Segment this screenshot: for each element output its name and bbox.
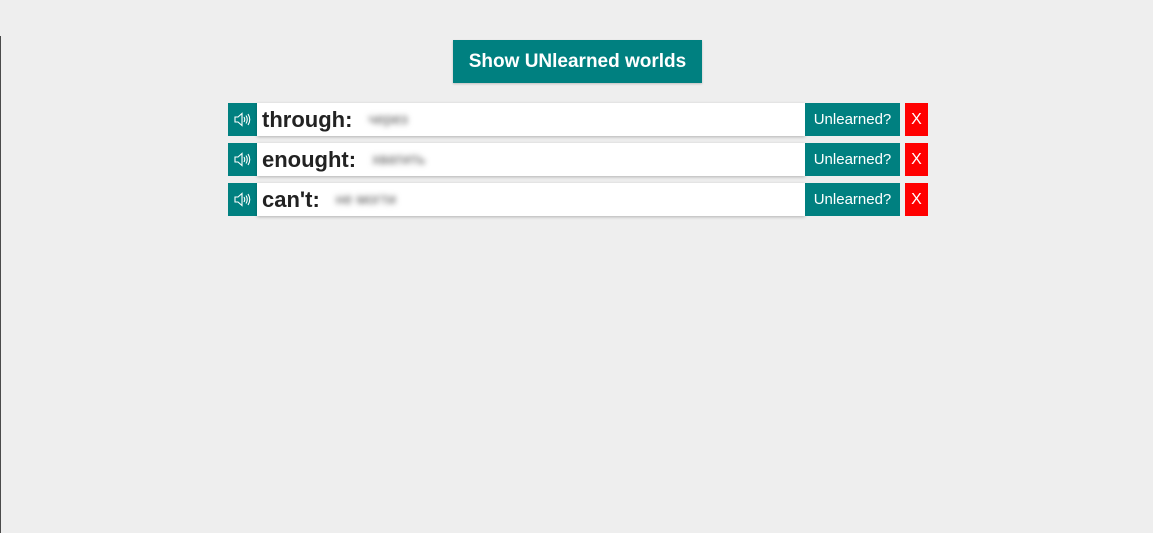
speaker-icon: [234, 192, 251, 207]
delete-word-button[interactable]: X: [905, 183, 928, 216]
play-sound-button[interactable]: [228, 143, 257, 176]
mark-unlearned-button[interactable]: Unlearned?: [805, 103, 900, 136]
play-sound-button[interactable]: [228, 103, 257, 136]
mark-unlearned-button[interactable]: Unlearned?: [805, 143, 900, 176]
word-card: can't: не могти: [257, 183, 805, 216]
word-card: through: через: [257, 103, 805, 136]
word-text: enought:: [262, 146, 357, 172]
show-unlearned-words-button[interactable]: Show UNlearned worlds: [453, 40, 702, 83]
play-sound-button[interactable]: [228, 183, 257, 216]
word-card: enought: хватить: [257, 143, 805, 176]
word-row: enought: хватить Unlearned? X: [228, 143, 928, 176]
delete-word-button[interactable]: X: [905, 143, 928, 176]
word-text: through:: [262, 106, 353, 132]
speaker-icon: [234, 152, 251, 167]
word-list: through: через Unlearned? X enought: хва…: [228, 103, 928, 223]
word-row: through: через Unlearned? X: [228, 103, 928, 136]
hidden-translation[interactable]: через: [368, 111, 407, 128]
word-row: can't: не могти Unlearned? X: [228, 183, 928, 216]
window-left-border: [0, 36, 1, 533]
hidden-translation[interactable]: не могти: [336, 191, 396, 208]
word-text: can't:: [262, 186, 320, 212]
hidden-translation[interactable]: хватить: [372, 151, 425, 168]
delete-word-button[interactable]: X: [905, 103, 928, 136]
speaker-icon: [234, 112, 251, 127]
mark-unlearned-button[interactable]: Unlearned?: [805, 183, 900, 216]
